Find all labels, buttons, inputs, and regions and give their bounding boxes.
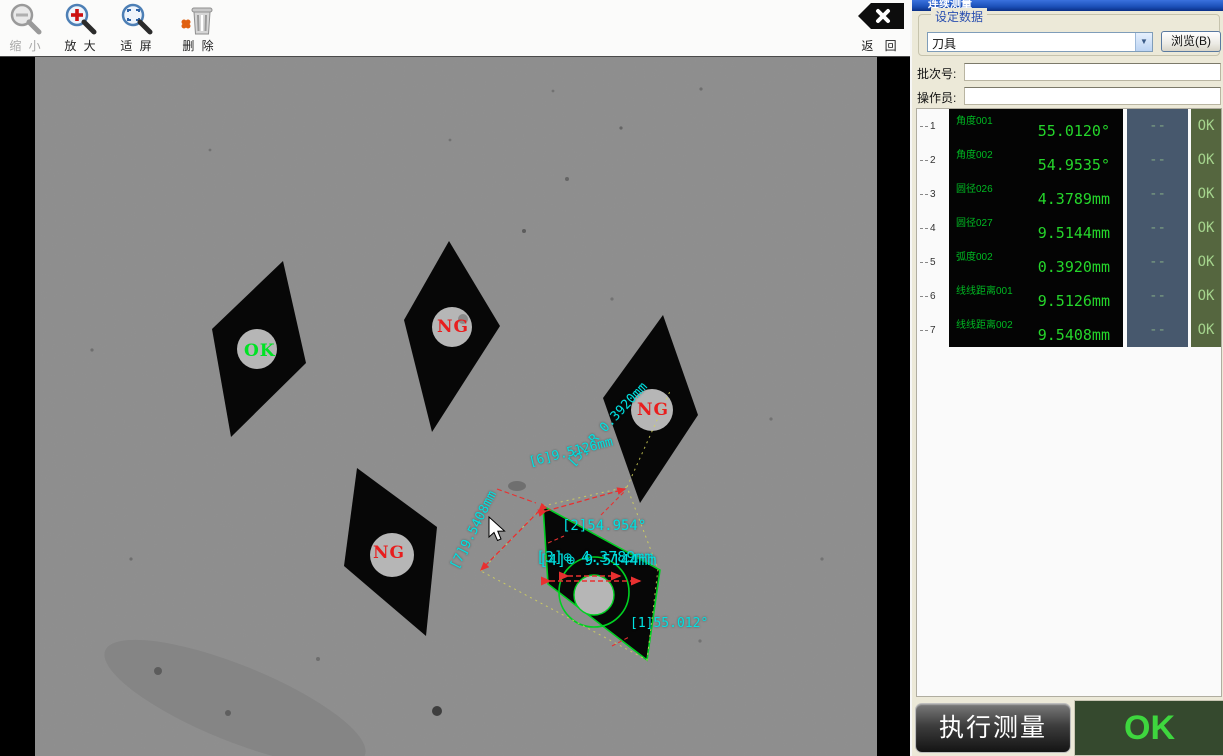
zoom-in-icon [63, 2, 99, 36]
return-button[interactable]: 返 回 [854, 2, 908, 54]
row-number: 5 [930, 257, 936, 268]
measure-name: 圆径027 [956, 214, 993, 229]
measure-value: 9.5126mm [1038, 292, 1110, 310]
row-number: 7 [930, 325, 936, 336]
return-label: 返 回 [854, 37, 908, 54]
delete-icon [180, 2, 218, 36]
operator-field-row: 操作员: [916, 87, 1222, 105]
measure-ref: -- [1127, 143, 1188, 177]
insert-status-ng-1: NG [437, 317, 469, 337]
delete-label: 删 除 [173, 37, 225, 54]
measure-ref: -- [1127, 109, 1188, 143]
results-table[interactable]: 1 角度001 55.0120° -- OK 2 角度002 54.9535° --… [916, 108, 1222, 697]
measure-name: 角度002 [956, 146, 993, 161]
fit-screen-button[interactable]: 适 屏 [111, 2, 163, 54]
table-row[interactable]: 4 圆径027 9.5144mm -- OK [917, 211, 1221, 245]
overall-result-ok[interactable]: OK [1074, 700, 1223, 756]
measure-value: 9.5144mm [1038, 224, 1110, 242]
operator-input[interactable] [964, 87, 1221, 105]
measure-ref: -- [1127, 313, 1188, 347]
measure-ref: -- [1127, 177, 1188, 211]
image-margin-right [877, 57, 910, 756]
browse-button[interactable]: 浏览(B) [1161, 31, 1221, 52]
fit-screen-icon [119, 2, 155, 36]
row-number: 2 [930, 155, 936, 166]
table-row[interactable]: 6 线线距离001 9.5126mm -- OK [917, 279, 1221, 313]
settings-groupbox: 设定数据 刀具 ▼ 浏览(B) [918, 14, 1220, 56]
measure-name: 角度001 [956, 112, 993, 127]
measurement-overlay-scene [35, 57, 877, 756]
measure-value: 4.3789mm [1038, 190, 1110, 208]
status-badge: OK [1191, 177, 1221, 211]
status-badge: OK [1191, 245, 1221, 279]
program-select[interactable]: 刀具 ▼ [927, 32, 1153, 52]
row-number: 1 [930, 121, 936, 132]
measure-name: 圆径026 [956, 180, 993, 195]
toolbar: 缩 小 放 大 适 屏 [0, 0, 910, 57]
status-badge: OK [1191, 313, 1221, 347]
batch-field-row: 批次号: [916, 63, 1222, 81]
app-window: 缩 小 放 大 适 屏 [0, 0, 1223, 756]
zoom-in-label: 放 大 [55, 37, 107, 54]
zoom-in-button[interactable]: 放 大 [55, 2, 107, 54]
insert-status-ng-2: NG [637, 400, 669, 420]
measure-name: 弧度002 [956, 248, 993, 263]
row-number: 3 [930, 189, 936, 200]
table-row[interactable]: 7 线线距离002 9.5408mm -- OK [917, 313, 1221, 347]
return-icon [856, 2, 906, 30]
zoom-out-button[interactable]: 缩 小 [0, 2, 52, 54]
measure-value: 9.5408mm [1038, 326, 1110, 344]
status-badge: OK [1191, 143, 1221, 177]
operator-label: 操作员: [917, 89, 956, 106]
annotation-diameter-4: [4]⊕ 9.5144mm [539, 551, 656, 569]
program-select-value: 刀具 [932, 35, 956, 52]
execute-measure-button[interactable]: 执行测量 [915, 703, 1071, 753]
table-row[interactable]: 1 角度001 55.0120° -- OK [917, 109, 1221, 143]
zoom-out-label: 缩 小 [0, 37, 52, 54]
results-rows: 1 角度001 55.0120° -- OK 2 角度002 54.9535° --… [917, 109, 1221, 347]
measure-value: 54.9535° [1038, 156, 1110, 174]
measure-name: 线线距离002 [956, 316, 1013, 331]
annotation-angle-1: [1]55.012° [630, 616, 708, 631]
batch-input[interactable] [964, 63, 1221, 81]
table-row[interactable]: 2 角度002 54.9535° -- OK [917, 143, 1221, 177]
camera-view[interactable]: OK NG NG NG [1]55.012° [2]54.954° [3]⊕ 4… [35, 57, 877, 756]
table-row[interactable]: 3 圆径026 4.3789mm -- OK [917, 177, 1221, 211]
zoom-out-icon [8, 2, 44, 36]
status-badge: OK [1191, 109, 1221, 143]
insert-status-ng-3: NG [373, 543, 405, 563]
status-badge: OK [1191, 279, 1221, 313]
measure-name: 线线距离001 [956, 282, 1013, 297]
batch-label: 批次号: [917, 65, 956, 82]
status-badge: OK [1191, 211, 1221, 245]
row-number: 4 [930, 223, 936, 234]
row-number: 6 [930, 291, 936, 302]
annotation-angle-2: [2]54.954° [562, 518, 646, 534]
measurement-panel: 连续测量 设定数据 刀具 ▼ 浏览(B) 批次号: 操作员: 1 角度00155… [910, 0, 1223, 756]
chevron-down-icon[interactable]: ▼ [1135, 33, 1152, 51]
measure-ref: -- [1127, 211, 1188, 245]
settings-group-label: 设定数据 [931, 8, 987, 25]
table-row[interactable]: 5 弧度002 0.3920mm -- OK [917, 245, 1221, 279]
measure-value: 55.0120° [1038, 122, 1110, 140]
fit-screen-label: 适 屏 [111, 37, 163, 54]
measure-value: 0.3920mm [1038, 258, 1110, 276]
insert-status-ok: OK [244, 341, 276, 361]
measure-ref: -- [1127, 279, 1188, 313]
measure-ref: -- [1127, 245, 1188, 279]
delete-button[interactable]: 删 除 [173, 2, 225, 54]
image-margin-left [0, 57, 35, 756]
